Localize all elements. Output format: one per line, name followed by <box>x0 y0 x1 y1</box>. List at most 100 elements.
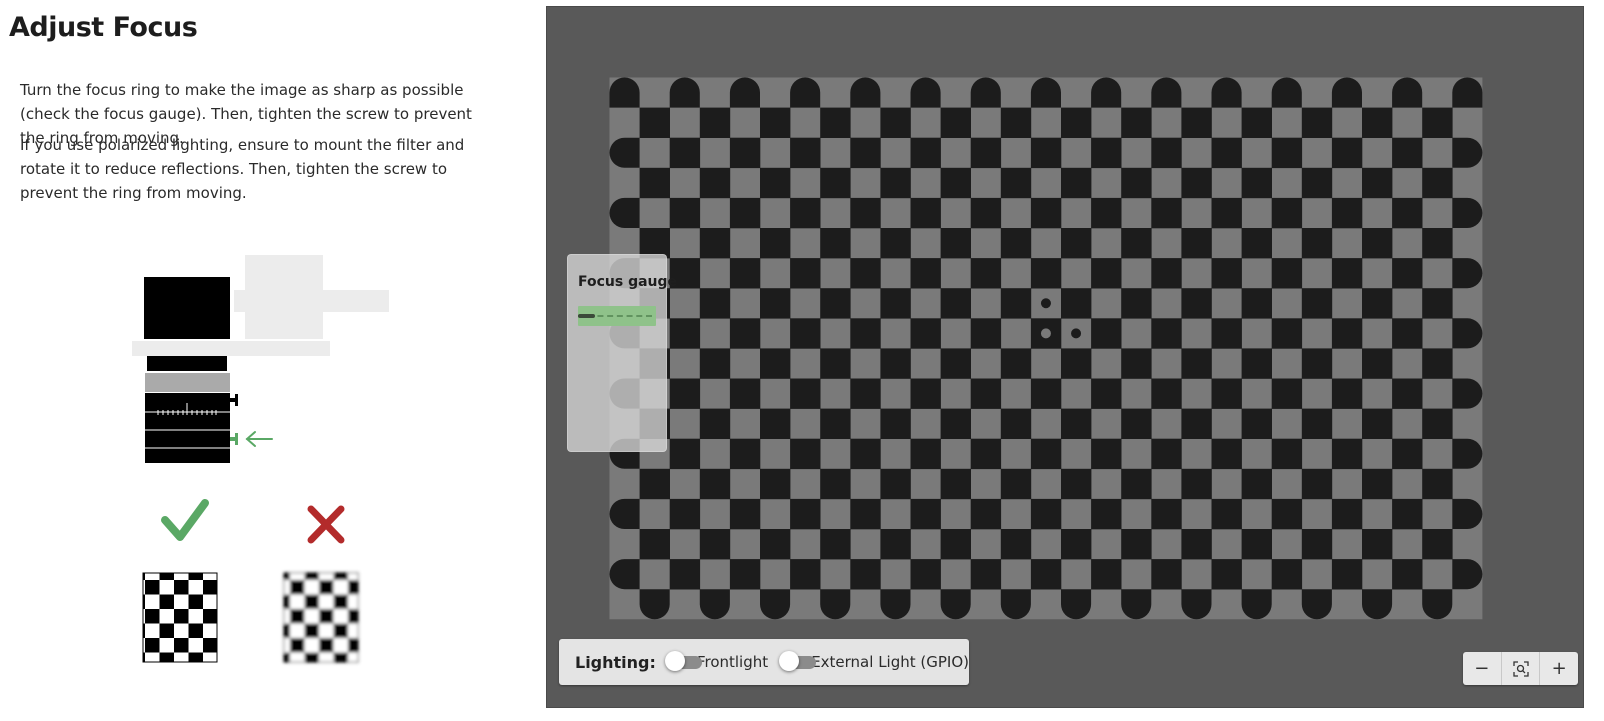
calibration-marker <box>1071 328 1082 339</box>
checkerboard-square <box>910 77 941 108</box>
checkerboard-square <box>1151 378 1182 409</box>
checkerboard-square <box>760 348 791 379</box>
checkerboard-square <box>790 378 821 409</box>
checkerboard-square <box>850 197 881 229</box>
checkerboard-square <box>1422 167 1453 199</box>
checkerboard-square <box>1000 167 1032 199</box>
focus-illustration <box>132 255 389 663</box>
checkerboard-square <box>970 258 1002 289</box>
checkerboard-square <box>1422 288 1453 319</box>
checkerboard-square <box>1331 438 1363 470</box>
frontlight-toggle[interactable] <box>664 651 702 671</box>
checkerboard-square <box>790 559 821 590</box>
checkerboard-square <box>1422 529 1453 560</box>
checkerboard-square <box>699 167 731 199</box>
checkerboard-square <box>1121 468 1152 500</box>
checkerboard-square <box>1151 77 1182 108</box>
checkerboard-square <box>1151 438 1182 470</box>
checkerboard-square <box>1392 197 1423 229</box>
checkerboard-square <box>1301 529 1333 560</box>
checkerboard-square <box>1452 378 1483 409</box>
checkerboard-square <box>1151 318 1182 349</box>
checkerboard-square <box>880 468 911 500</box>
checkerboard-square <box>1301 288 1333 319</box>
zoom-out-button[interactable]: − <box>1463 652 1502 685</box>
checkerboard-square <box>1181 468 1212 500</box>
checkerboard-square <box>699 107 731 138</box>
checkerboard-square <box>1000 348 1032 379</box>
camera-image-checkerboard <box>547 7 1583 707</box>
checkerboard-square <box>1392 378 1423 409</box>
checkerboard-square <box>669 197 701 229</box>
checkerboard-square <box>639 589 670 620</box>
checkerboard-square <box>1091 197 1122 229</box>
checkerboard-square <box>1091 137 1122 169</box>
checkerboard-square <box>1151 559 1182 590</box>
checkerboard-square <box>1121 107 1152 138</box>
external-light-toggle[interactable] <box>779 651 817 671</box>
checkerboard-square <box>639 167 670 199</box>
checkerboard-square <box>1362 589 1393 620</box>
checkerboard-square <box>760 408 791 439</box>
checkerboard-square <box>910 137 941 169</box>
cross-icon <box>307 505 345 544</box>
checkerboard-square <box>1241 529 1272 560</box>
checkerboard-square <box>910 197 941 229</box>
checkerboard-square <box>1452 197 1483 228</box>
checkerboard-square <box>1091 438 1122 470</box>
zoom-fit-button[interactable] <box>1502 652 1541 685</box>
checkerboard-square <box>880 228 911 259</box>
checkerboard-square <box>880 107 911 138</box>
plus-icon: + <box>1551 658 1567 679</box>
camera-view[interactable]: Focus gauge Lighting: Frontlight Externa… <box>546 6 1584 708</box>
checkerboard-square <box>1241 228 1272 259</box>
checkerboard-square <box>729 77 760 108</box>
lighting-label: Lighting: <box>575 652 656 672</box>
checkerboard-square <box>1271 318 1303 349</box>
checkerboard-square <box>850 378 881 409</box>
checkerboard-square <box>1061 288 1092 319</box>
focus-gauge-level <box>578 314 596 318</box>
checkerboard-square <box>1151 498 1182 530</box>
checkerboard-square <box>820 228 851 259</box>
checkerboard-square <box>940 589 971 620</box>
checkerboard-square <box>1061 589 1092 620</box>
checkerboard-square <box>1000 589 1031 620</box>
checkerboard-square <box>940 468 971 500</box>
instructions-panel: Adjust Focus Turn the focus ring to make… <box>0 0 534 721</box>
checkerboard-square <box>1301 167 1333 199</box>
checkerboard-square <box>880 167 911 199</box>
checkerboard-square <box>880 408 911 439</box>
checkerboard-square <box>1301 589 1332 620</box>
checkerboard-square <box>1000 107 1032 138</box>
checkerboard-square <box>729 318 761 349</box>
checkerboard-square <box>1181 408 1212 439</box>
checkerboard-square <box>1422 107 1453 138</box>
checkerboard-square <box>639 468 670 500</box>
checkerboard-square <box>940 529 971 560</box>
checkerboard-square <box>1241 348 1272 379</box>
checkerboard-square <box>1061 228 1092 259</box>
checkerboard-square <box>1301 408 1333 439</box>
checkerboard-square <box>970 498 1002 530</box>
checkerboard-square <box>880 529 911 560</box>
checkerboard-square <box>699 228 731 259</box>
checkerboard-square <box>1392 438 1423 470</box>
checkerboard-square <box>669 559 701 590</box>
checkerboard-square <box>850 438 881 470</box>
checkerboard-square <box>1151 137 1182 169</box>
checkerboard-square <box>790 318 821 349</box>
checkerboard-square <box>940 348 971 379</box>
checkerboard-square <box>1181 107 1212 138</box>
checkerboard-square <box>669 498 701 530</box>
zoom-in-button[interactable]: + <box>1540 652 1578 685</box>
checkerboard-square <box>1181 167 1212 199</box>
checkerboard-square <box>1181 589 1212 620</box>
checkerboard-square <box>1241 107 1272 138</box>
checkerboard-square <box>1181 529 1212 560</box>
checkerboard-square <box>1301 228 1333 259</box>
zoom-controls: − + <box>1463 652 1578 685</box>
frontlight-label: Frontlight <box>696 653 769 671</box>
checkerboard-square <box>1000 228 1032 259</box>
checkerboard-square <box>1362 408 1393 439</box>
